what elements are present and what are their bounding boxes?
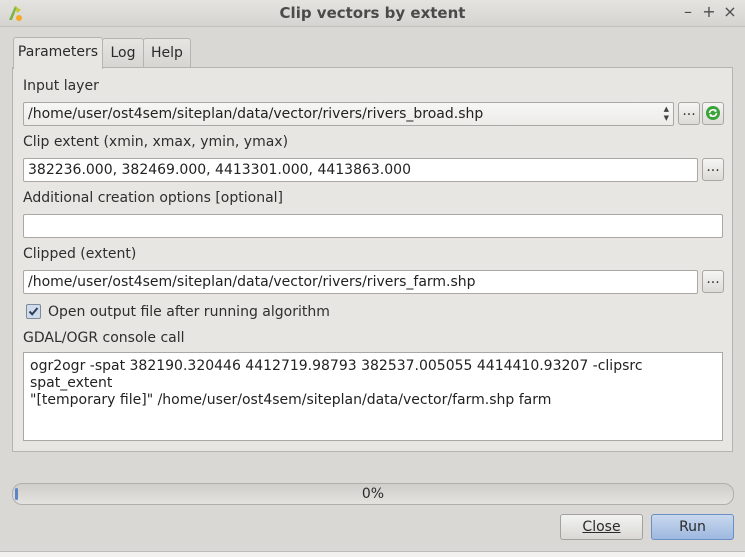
checkmark-icon	[28, 307, 39, 316]
clip-extent-input[interactable]: 382236.000, 382469.000, 4413301.000, 441…	[23, 158, 698, 182]
title-bar: Clip vectors by extent – + ×	[0, 0, 745, 27]
console-line-2: "[temporary file]" /home/user/ost4sem/si…	[30, 392, 552, 408]
input-layer-value: /home/user/ost4sem/siteplan/data/vector/…	[28, 106, 484, 122]
input-layer-select[interactable]: /home/user/ost4sem/siteplan/data/vector/…	[23, 102, 674, 126]
clip-extent-label: Clip extent (xmin, xmax, ymin, ymax)	[23, 134, 289, 150]
close-button[interactable]: Close	[560, 514, 643, 540]
progress-text: 0%	[361, 486, 385, 502]
clipped-output-input[interactable]: /home/user/ost4sem/siteplan/data/vector/…	[23, 270, 698, 294]
close-icon[interactable]: ×	[721, 3, 739, 21]
creation-options-input[interactable]	[23, 214, 723, 238]
console-call-textarea[interactable]: ogr2ogr -spat 382190.320446 4412719.9879…	[23, 352, 723, 441]
window-title: Clip vectors by extent	[279, 4, 466, 22]
run-button[interactable]: Run	[651, 514, 734, 540]
clipped-label: Clipped (extent)	[23, 246, 137, 262]
window-bottom-edge	[0, 551, 745, 557]
minimize-icon[interactable]: –	[679, 3, 697, 21]
progress-fill	[15, 488, 18, 500]
iterate-layer-button[interactable]	[702, 102, 724, 125]
close-button-label: Close	[582, 519, 621, 535]
creation-options-label: Additional creation options [optional]	[23, 190, 284, 206]
progress-bar: 0%	[12, 483, 734, 505]
clip-extent-browse-button[interactable]: ...	[702, 158, 724, 181]
combo-arrows-icon: ▲ ▼	[663, 105, 669, 122]
tab-log[interactable]: Log	[102, 38, 144, 68]
open-output-checkbox[interactable]	[26, 304, 41, 319]
clipped-browse-button[interactable]: ...	[702, 270, 724, 293]
open-output-label: Open output file after running algorithm	[48, 304, 330, 320]
maximize-icon[interactable]: +	[700, 3, 718, 21]
console-line-1: ogr2ogr -spat 382190.320446 4412719.9879…	[30, 358, 643, 391]
input-layer-label: Input layer	[23, 78, 99, 94]
console-label: GDAL/OGR console call	[23, 330, 185, 346]
input-layer-browse-button[interactable]: ...	[678, 102, 700, 125]
iterate-icon	[706, 106, 720, 120]
tab-help[interactable]: Help	[143, 38, 191, 68]
tab-parameters[interactable]: Parameters	[13, 37, 103, 69]
